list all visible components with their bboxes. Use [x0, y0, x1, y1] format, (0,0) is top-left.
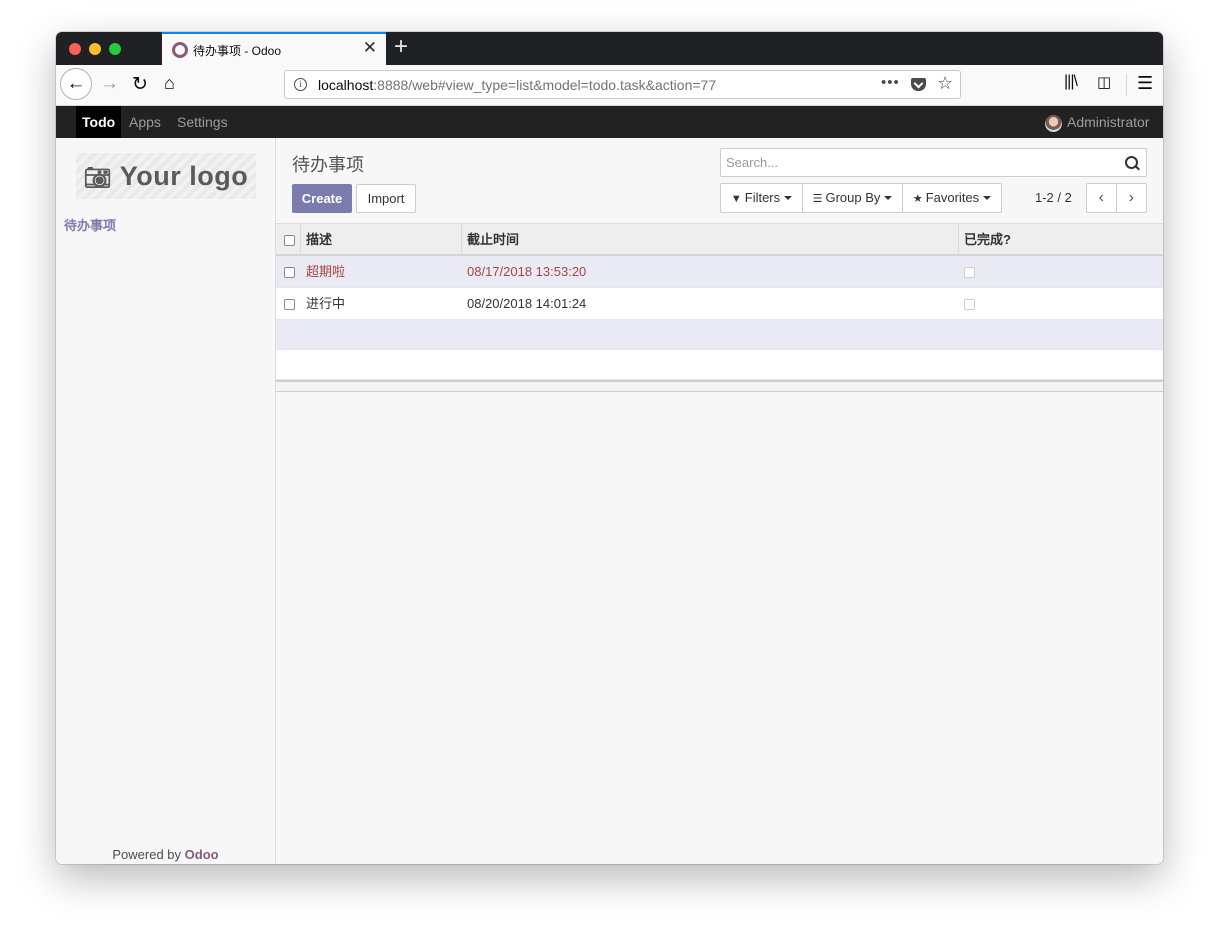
column-divider [461, 224, 462, 255]
sidebar: 📷︎ Your logo 待办事项 Powered by Odoo [56, 138, 276, 864]
caret-down-icon [884, 196, 893, 200]
favorites-label: Favorites [925, 190, 980, 205]
menu-item-todo[interactable]: Todo [76, 106, 122, 138]
toolbar-divider [1126, 74, 1127, 96]
odoo-link[interactable]: Odoo [185, 847, 219, 862]
column-header-done[interactable]: 已完成? [964, 224, 1011, 255]
browser-tab[interactable]: 待办事项 - Odoo ✕ [162, 32, 386, 65]
menu-item-settings[interactable]: Settings [177, 106, 228, 138]
column-divider [300, 224, 301, 255]
table-row[interactable]: 超期啦 08/17/2018 13:53:20 [276, 256, 1163, 288]
caret-down-icon [983, 196, 992, 200]
sidebar-toggle-icon[interactable]: ◫ [1097, 73, 1111, 91]
page-title: 待办事项 [292, 155, 364, 175]
pocket-icon[interactable] [911, 78, 926, 91]
home-icon[interactable]: ⌂ [164, 73, 175, 94]
hamburger-menu-icon[interactable]: ☰ [1137, 73, 1153, 94]
star-icon: ★ [912, 193, 923, 205]
camera-icon: 📷︎ [83, 165, 113, 190]
done-checkbox [964, 299, 975, 310]
row-select-checkbox[interactable] [284, 299, 295, 310]
select-all-checkbox[interactable] [284, 235, 295, 246]
empty-row [276, 350, 1163, 380]
menu-item-apps[interactable]: Apps [129, 106, 161, 138]
logo-text: Your logo [119, 161, 249, 191]
groupby-button[interactable]: ☰ Group By [803, 184, 903, 212]
caret-down-icon [784, 196, 793, 200]
filters-button[interactable]: ▼ Filters [721, 184, 803, 212]
chevron-right-icon: › [1128, 189, 1134, 206]
bookmark-star-icon[interactable]: ☆ [937, 73, 953, 94]
address-bar[interactable]: i localhost:8888/web#view_type=list&mode… [284, 70, 961, 99]
minimize-window-button[interactable] [89, 43, 101, 55]
cell-deadline: 08/17/2018 13:53:20 [467, 264, 587, 279]
filters-label: Filters [744, 190, 781, 205]
search-placeholder: Search... [726, 155, 779, 170]
sidebar-item-todo[interactable]: 待办事项 [64, 215, 116, 234]
column-header-deadline[interactable]: 截止时间 [467, 224, 519, 255]
url-text[interactable]: localhost:8888/web#view_type=list&model=… [318, 77, 716, 93]
close-window-button[interactable] [69, 43, 81, 55]
url-host: localhost [318, 77, 374, 93]
logo-placeholder: 📷︎ Your logo [76, 153, 256, 199]
library-icon[interactable]: |||\ [1064, 73, 1078, 91]
browser-toolbar: ← → ↻ ⌂ i localhost:8888/web#view_type=l… [56, 65, 1163, 106]
import-button[interactable]: Import [356, 184, 416, 213]
odoo-favicon-icon [172, 42, 188, 58]
user-menu[interactable]: Administrator [1067, 106, 1149, 138]
new-tab-icon[interactable]: + [394, 33, 408, 61]
chevron-left-icon: ‹ [1098, 189, 1104, 206]
cell-description: 超期啦 [306, 264, 346, 279]
back-button[interactable]: ← [60, 68, 92, 100]
tab-strip: 待办事项 - Odoo ✕ + [56, 32, 1163, 65]
zoom-window-button[interactable] [109, 43, 121, 55]
groupby-label: Group By [825, 190, 881, 205]
create-button[interactable]: Create [292, 184, 352, 213]
done-checkbox [964, 267, 975, 278]
search-options: ▼ Filters ☰ Group By ★ Favorites [720, 183, 1002, 213]
powered-prefix: Powered by [112, 847, 185, 862]
pager-next-button[interactable]: › [1117, 184, 1146, 212]
site-info-icon[interactable]: i [294, 78, 307, 91]
list-footer [276, 380, 1163, 392]
pager-value[interactable]: 1-2 / 2 [1035, 190, 1072, 205]
empty-row [276, 320, 1163, 350]
favorites-button[interactable]: ★ Favorites [903, 184, 1001, 212]
url-path: :8888/web#view_type=list&model=todo.task… [373, 77, 717, 93]
powered-by: Powered by Odoo [56, 847, 275, 862]
list-icon: ☰ [812, 193, 823, 205]
page-actions-icon[interactable]: ••• [881, 74, 900, 91]
company-logo[interactable]: 📷︎ Your logo [76, 153, 256, 199]
column-divider [958, 224, 959, 255]
odoo-top-menu: Todo Apps Settings Administrator [56, 106, 1163, 138]
reload-icon[interactable]: ↻ [132, 73, 148, 96]
search-input[interactable]: Search... [720, 148, 1147, 177]
pager-buttons: ‹ › [1086, 183, 1147, 213]
list-view: 描述 截止时间 已完成? 超期啦 08/17/2018 13:53:20 进行中… [276, 223, 1163, 392]
search-icon[interactable] [1125, 156, 1138, 169]
user-avatar[interactable] [1045, 115, 1062, 132]
tab-title: 待办事项 - Odoo [193, 44, 282, 58]
pager-previous-button[interactable]: ‹ [1087, 184, 1117, 212]
filter-icon: ▼ [730, 193, 742, 205]
arrow-left-icon: ← [66, 73, 86, 94]
table-row[interactable]: 进行中 08/20/2018 14:01:24 [276, 288, 1163, 320]
cell-deadline: 08/20/2018 14:01:24 [467, 296, 587, 311]
close-tab-icon[interactable]: ✕ [363, 38, 377, 58]
list-header: 描述 截止时间 已完成? [276, 223, 1163, 256]
cell-description: 进行中 [306, 296, 346, 311]
forward-icon[interactable]: → [100, 73, 119, 95]
column-header-description[interactable]: 描述 [306, 224, 332, 255]
browser-window: 待办事项 - Odoo ✕ + ← → ↻ ⌂ i localhost:8888… [56, 32, 1163, 864]
row-select-checkbox[interactable] [284, 267, 295, 278]
